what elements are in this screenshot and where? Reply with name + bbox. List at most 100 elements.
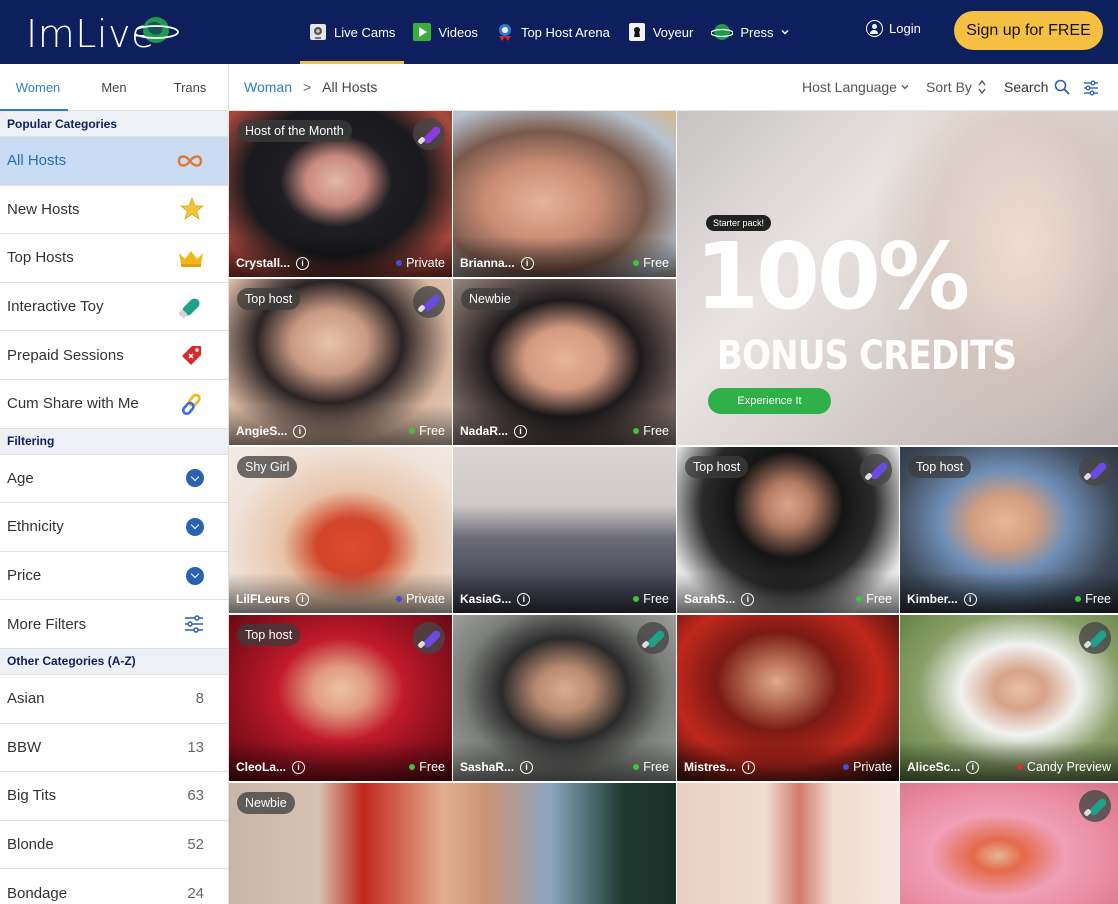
nav-press[interactable]: Press — [702, 0, 798, 64]
filters-toggle-button[interactable] — [1083, 80, 1099, 96]
category-count: 24 — [187, 884, 204, 902]
host-card[interactable]: Top host CleoLa... i Free — [229, 615, 452, 781]
sidebar: Women Men Trans Popular Categories All H… — [0, 64, 229, 904]
filter-ethnicity[interactable]: Ethnicity — [0, 503, 228, 552]
info-icon[interactable]: i — [741, 592, 755, 606]
toy-icon — [1079, 622, 1111, 654]
info-icon[interactable]: i — [296, 256, 310, 270]
tab-women[interactable]: Women — [0, 64, 76, 111]
status-dot — [396, 596, 403, 602]
category-top-hosts[interactable]: Top Hosts — [0, 234, 228, 283]
host-name: SashaR... i — [460, 760, 534, 774]
host-status: Free — [633, 760, 669, 774]
host-badge: Newbie — [461, 288, 519, 310]
info-icon[interactable]: i — [742, 760, 756, 774]
host-grid: Host of the Month Crystall... i Private B… — [229, 111, 1118, 904]
info-icon[interactable]: i — [963, 592, 977, 606]
host-status: Free — [1075, 592, 1111, 606]
info-icon[interactable]: i — [966, 760, 980, 774]
category-asian[interactable]: Asian 8 — [0, 675, 228, 724]
host-status-text: Candy Preview — [1026, 760, 1111, 774]
sort-icon — [978, 79, 986, 95]
filter-more-filters[interactable]: More Filters — [0, 600, 228, 649]
info-icon[interactable]: i — [520, 256, 534, 270]
host-card[interactable]: KasiaG... i Free — [453, 447, 676, 613]
imlive-logo[interactable]: ImLive — [26, 8, 179, 56]
category-cum-share[interactable]: Cum Share with Me — [0, 380, 228, 429]
host-card[interactable]: Shy Girl LilFLeurs i Private — [229, 447, 452, 613]
host-badge: Top host — [685, 456, 749, 478]
host-card[interactable]: Newbie — [229, 783, 676, 904]
nav-videos[interactable]: Videos — [404, 0, 487, 64]
category-interactive-toy[interactable]: Interactive Toy — [0, 283, 228, 332]
sliders-icon — [185, 615, 203, 633]
toy-icon — [178, 298, 200, 318]
search-label: Search — [1004, 79, 1049, 95]
signup-button[interactable]: Sign up for FREE — [954, 11, 1103, 50]
host-card[interactable]: Top host AngieS... i Free — [229, 279, 452, 445]
breadcrumb-woman-link[interactable]: Woman — [244, 79, 292, 95]
host-card[interactable]: Brianna... i Free — [453, 111, 676, 277]
host-language-dropdown[interactable]: Host Language — [802, 79, 910, 95]
host-badge: Host of the Month — [237, 120, 352, 142]
category-big-tits[interactable]: Big Tits 63 — [0, 772, 228, 821]
medal-icon — [498, 24, 511, 41]
host-card[interactable] — [677, 783, 899, 904]
host-card[interactable]: Host of the Month Crystall... i Private — [229, 111, 452, 277]
host-name-text: SarahS... — [684, 592, 736, 606]
breadcrumb: Woman > All Hosts — [244, 79, 377, 95]
category-count: 13 — [187, 738, 204, 756]
sort-by-dropdown[interactable]: Sort By — [926, 79, 987, 95]
category-bondage[interactable]: Bondage 24 — [0, 869, 228, 904]
host-name: Brianna... i — [460, 256, 534, 270]
host-card[interactable]: Newbie NadaR... i Free — [453, 279, 676, 445]
login-link[interactable]: Login — [866, 20, 921, 37]
category-blonde[interactable]: Blonde 52 — [0, 821, 228, 870]
info-icon[interactable]: i — [517, 592, 531, 606]
info-icon[interactable]: i — [296, 592, 310, 606]
info-icon[interactable]: i — [520, 760, 534, 774]
host-name: Crystall... i — [236, 256, 310, 270]
tab-men[interactable]: Men — [76, 64, 152, 110]
host-name-text: Kimber... — [907, 592, 958, 606]
banner-percent: 100% — [695, 223, 970, 330]
chevron-down-icon — [186, 469, 204, 488]
category-all-hosts[interactable]: All Hosts — [0, 137, 228, 186]
status-dot — [409, 428, 416, 434]
category-new-hosts[interactable]: New Hosts — [0, 186, 228, 235]
category-prepaid-sessions[interactable]: Prepaid Sessions — [0, 331, 228, 380]
host-status-text: Free — [643, 592, 669, 606]
filter-label: More Filters — [7, 615, 87, 633]
host-card[interactable]: AliceSc... i Candy Preview — [900, 615, 1118, 781]
tab-trans[interactable]: Trans — [152, 64, 228, 110]
info-icon[interactable]: i — [514, 424, 528, 438]
host-card[interactable]: Top host SarahS... i Free — [677, 447, 899, 613]
nav-top-host-arena[interactable]: Top Host Arena — [487, 0, 619, 64]
host-name-text: Mistres... — [684, 760, 737, 774]
nav-voyeur[interactable]: Voyeur — [619, 0, 702, 64]
host-status-text: Free — [643, 760, 669, 774]
info-icon[interactable]: i — [292, 760, 306, 774]
host-status-text: Free — [643, 424, 669, 438]
category-label: Top Hosts — [7, 249, 74, 267]
host-status-text: Free — [866, 592, 892, 606]
host-card[interactable] — [900, 783, 1118, 904]
filter-age[interactable]: Age — [0, 455, 228, 504]
host-card[interactable]: SashaR... i Free — [453, 615, 676, 781]
nav-live-cams-label: Live Cams — [334, 24, 396, 40]
search-button[interactable]: Search — [1004, 79, 1070, 95]
sort-by-label: Sort By — [926, 79, 972, 95]
host-name: Mistres... i — [684, 760, 756, 774]
category-count: 52 — [187, 836, 204, 854]
filter-price[interactable]: Price — [0, 552, 228, 601]
nav-live-cams[interactable]: Live Cams — [300, 0, 405, 64]
chevron-down-icon — [901, 85, 909, 90]
info-icon[interactable]: i — [293, 424, 307, 438]
bonus-credits-banner[interactable]: Starter pack! 100% BONUS CREDITS Experie… — [677, 111, 1118, 445]
host-card[interactable]: Mistres... i Private — [677, 615, 899, 781]
experience-it-button[interactable]: Experience It — [708, 388, 831, 414]
host-status: Free — [409, 760, 445, 774]
category-bbw[interactable]: BBW 13 — [0, 724, 228, 773]
gender-tabs: Women Men Trans — [0, 64, 228, 111]
host-card[interactable]: Top host Kimber... i Free — [900, 447, 1118, 613]
